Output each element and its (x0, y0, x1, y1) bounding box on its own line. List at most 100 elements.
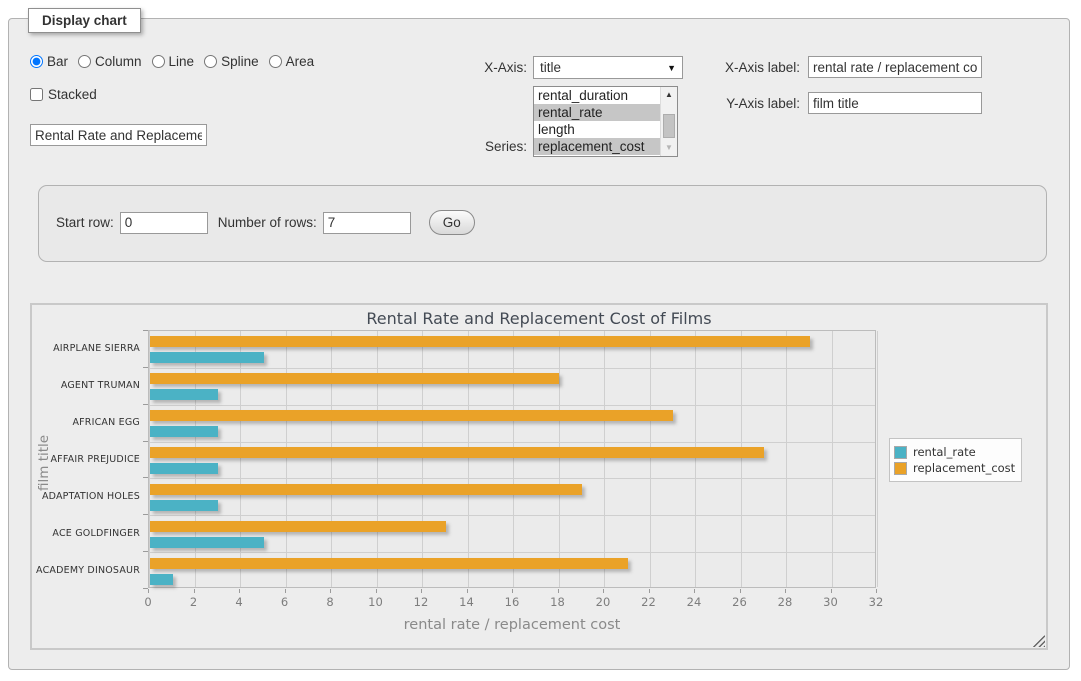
go-button[interactable]: Go (429, 210, 475, 235)
x-tick-label: 16 (497, 595, 527, 609)
gridline-vertical (559, 331, 560, 587)
y-axis-title: film title (36, 427, 52, 491)
x-tick-mark (330, 589, 331, 593)
series-option-replacement_cost[interactable]: replacement_cost (534, 138, 660, 155)
chart-title-input[interactable] (30, 124, 207, 146)
bar-rental_rate (150, 389, 218, 400)
x-tick-label: 14 (452, 595, 482, 609)
series-option-length[interactable]: length (534, 121, 660, 138)
gridline-vertical (468, 331, 469, 587)
bar-replacement_cost (150, 373, 559, 384)
plot-area (148, 330, 876, 588)
bar-replacement_cost (150, 447, 764, 458)
radio-area[interactable] (269, 55, 282, 68)
x-tick-label: 28 (770, 595, 800, 609)
x-tick-label: 32 (861, 595, 891, 609)
radio-label: Line (169, 54, 195, 69)
gridline-vertical (331, 331, 332, 587)
bar-rental_rate (150, 352, 264, 363)
x-tick-mark (194, 589, 195, 593)
radio-label: Bar (47, 54, 68, 69)
gridline-horizontal (149, 405, 875, 406)
radio-spline[interactable] (204, 55, 217, 68)
bar-rental_rate (150, 426, 218, 437)
scrollbar-thumb[interactable] (663, 114, 675, 138)
y-category-label: AGENT TRUMAN (30, 380, 140, 391)
x-tick-label: 20 (588, 595, 618, 609)
radio-bar[interactable] (30, 55, 43, 68)
bar-replacement_cost (150, 558, 628, 569)
legend-label: rental_rate (913, 445, 976, 459)
gridline-horizontal (149, 442, 875, 443)
x-tick-label: 2 (179, 595, 209, 609)
bar-replacement_cost (150, 410, 673, 421)
x-tick-mark (694, 589, 695, 593)
x-tick-mark (239, 589, 240, 593)
series-option-rental_duration[interactable]: rental_duration (534, 87, 660, 104)
resize-handle[interactable] (1033, 635, 1045, 647)
series-listbox: rental_durationrental_ratelengthreplacem… (533, 86, 678, 157)
bar-replacement_cost (150, 521, 446, 532)
radio-line[interactable] (152, 55, 165, 68)
x-tick-label: 0 (133, 595, 163, 609)
y-category-label: ACADEMY DINOSAUR (30, 565, 140, 576)
legend-entry-rental_rate: rental_rate (894, 445, 1015, 459)
x-axis-title: rental rate / replacement cost (312, 617, 712, 633)
x-tick-mark (148, 589, 149, 593)
stacked-checkbox[interactable] (30, 88, 43, 101)
radio-column[interactable] (78, 55, 91, 68)
legend-swatch (894, 462, 907, 475)
chart-type-option-line: Line (152, 54, 195, 69)
x-axis-label-row: X-Axis label: (708, 56, 982, 78)
gridline-vertical (286, 331, 287, 587)
x-tick-label: 10 (361, 595, 391, 609)
gridline-vertical (877, 331, 878, 587)
gridline-vertical (149, 331, 150, 587)
chart-legend: rental_ratereplacement_cost (889, 438, 1022, 482)
x-tick-mark (376, 589, 377, 593)
chart-type-option-column: Column (78, 54, 142, 69)
gridline-vertical (741, 331, 742, 587)
x-tick-mark (649, 589, 650, 593)
bar-rental_rate (150, 500, 218, 511)
gridline-vertical (695, 331, 696, 587)
bar-rental_rate (150, 537, 264, 548)
gridline-horizontal (149, 552, 875, 553)
gridline-horizontal (149, 478, 875, 479)
num-rows-label: Number of rows: (218, 215, 317, 230)
x-tick-label: 24 (679, 595, 709, 609)
radio-label: Column (95, 54, 142, 69)
y-category-label: ACE GOLDFINGER (30, 528, 140, 539)
chart-type-option-area: Area (269, 54, 315, 69)
x-tick-label: 12 (406, 595, 436, 609)
x-tick-mark (467, 589, 468, 593)
series-listbox-scrollbar[interactable]: ▲ ▼ (660, 87, 677, 156)
gridline-vertical (195, 331, 196, 587)
chart-type-option-bar: Bar (30, 54, 68, 69)
x-tick-mark (876, 589, 877, 593)
x-axis-select[interactable]: title ▼ (533, 56, 683, 79)
y-axis-label-field-label: Y-Axis label: (708, 96, 800, 111)
series-option-rental_rate[interactable]: rental_rate (534, 104, 660, 121)
y-tick-mark (143, 514, 148, 515)
x-tick-label: 18 (543, 595, 573, 609)
radio-label: Area (286, 54, 315, 69)
bar-rental_rate (150, 463, 218, 474)
row-controls-panel: Start row: Number of rows: Go (38, 185, 1047, 262)
scroll-down-icon[interactable]: ▼ (661, 140, 677, 156)
gridline-vertical (240, 331, 241, 587)
gridline-vertical (832, 331, 833, 587)
num-rows-input[interactable] (323, 212, 411, 234)
start-row-input[interactable] (120, 212, 208, 234)
x-axis-label-input[interactable] (808, 56, 982, 78)
series-label: Series: (448, 139, 527, 154)
scroll-up-icon[interactable]: ▲ (661, 87, 677, 103)
stacked-row: Stacked (30, 87, 97, 102)
y-tick-mark (143, 588, 148, 589)
x-axis-label: X-Axis: (448, 60, 527, 75)
x-tick-label: 6 (270, 595, 300, 609)
y-axis-label-row: Y-Axis label: (708, 92, 982, 114)
y-tick-mark (143, 477, 148, 478)
y-axis-label-input[interactable] (808, 92, 982, 114)
y-tick-mark (143, 367, 148, 368)
